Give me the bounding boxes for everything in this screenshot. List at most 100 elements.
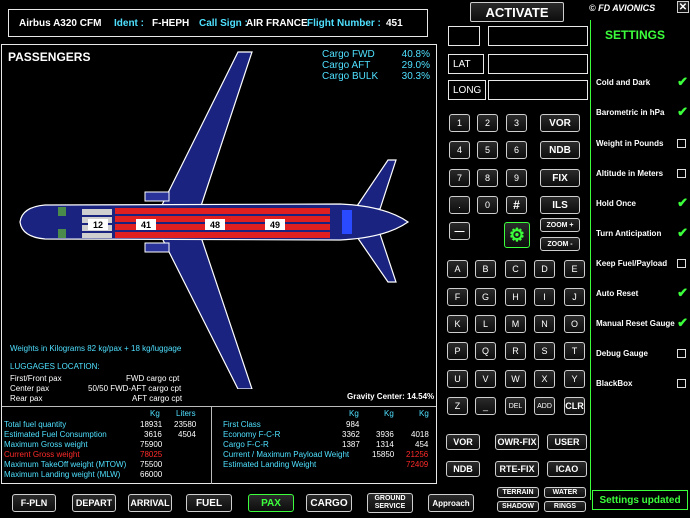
tab-ground-service[interactable]: GROUND SERVICE <box>367 493 413 513</box>
key-clr[interactable]: CLR <box>564 397 585 415</box>
minus-button[interactable]: — <box>449 222 470 240</box>
key-0[interactable]: 0 <box>477 196 498 214</box>
checkbox-unchecked[interactable] <box>677 379 686 388</box>
key-r[interactable]: R <box>505 342 526 360</box>
key-t[interactable]: T <box>564 342 585 360</box>
checkbox-unchecked[interactable] <box>677 349 686 358</box>
scratchpad-small[interactable] <box>448 26 480 46</box>
aircraft-type: Airbus A320 CFM <box>19 18 102 29</box>
key-b[interactable]: B <box>475 260 496 278</box>
key-c[interactable]: C <box>505 260 526 278</box>
close-icon[interactable]: ✕ <box>677 1 689 13</box>
user-button[interactable]: USER <box>547 434 587 450</box>
cabin-count-3: 48 <box>210 220 220 230</box>
pax-row-label: Cargo F-C-R <box>223 440 269 449</box>
key-i[interactable]: I <box>534 288 555 306</box>
checkbox-checked[interactable]: ✔ <box>677 226 688 239</box>
key-n[interactable]: N <box>534 315 555 333</box>
tab-cargo[interactable]: CARGO <box>306 494 352 512</box>
pax-header-2: Kg <box>384 409 394 418</box>
key-p[interactable]: P <box>447 342 468 360</box>
key-6[interactable]: 6 <box>506 141 527 159</box>
zoom-in-button[interactable]: ZOOM + <box>540 218 580 232</box>
fuel-header-liters: Liters <box>176 409 196 418</box>
zoom-out-button[interactable]: ZOOM - <box>540 237 580 251</box>
key-2[interactable]: 2 <box>477 114 498 132</box>
rte-fix-button[interactable]: RTE-FIX <box>495 461 539 477</box>
key-q[interactable]: Q <box>475 342 496 360</box>
key-m[interactable]: M <box>505 315 526 333</box>
rings-button[interactable]: RINGS <box>544 501 586 512</box>
long-input[interactable] <box>488 80 588 100</box>
key-e[interactable]: E <box>564 260 585 278</box>
icao-button[interactable]: ICAO <box>547 461 587 477</box>
checkbox-unchecked[interactable] <box>677 139 686 148</box>
key-d[interactable]: D <box>534 260 555 278</box>
checkbox-checked[interactable]: ✔ <box>677 196 688 209</box>
checkbox-checked[interactable]: ✔ <box>677 316 688 329</box>
key-s[interactable]: S <box>534 342 555 360</box>
key-g[interactable]: G <box>475 288 496 306</box>
key-3[interactable]: 3 <box>506 114 527 132</box>
key-underscore[interactable]: _ <box>475 397 496 415</box>
flight-label: Flight Number : <box>307 18 381 29</box>
key-w[interactable]: W <box>505 370 526 388</box>
checkbox-checked[interactable]: ✔ <box>677 75 688 88</box>
aircraft-seatmap: 12 41 48 49 <box>19 51 410 389</box>
setting-label: Manual Reset Gauge <box>596 319 675 328</box>
key-k[interactable]: K <box>447 315 468 333</box>
lat-input[interactable] <box>488 54 588 74</box>
key-l[interactable]: L <box>475 315 496 333</box>
key-j[interactable]: J <box>564 288 585 306</box>
tab-approach[interactable]: Approach <box>428 494 474 512</box>
vor-list-button[interactable]: VOR <box>446 434 480 450</box>
tab-depart[interactable]: DEPART <box>72 494 116 512</box>
settings-status: Settings updated <box>592 490 688 510</box>
tab-fpln[interactable]: F-PLN <box>12 494 56 512</box>
key-hash[interactable]: # <box>506 196 527 214</box>
key-a[interactable]: A <box>447 260 468 278</box>
checkbox-checked[interactable]: ✔ <box>677 105 688 118</box>
key-4[interactable]: 4 <box>449 141 470 159</box>
owr-fix-button[interactable]: OWR-FIX <box>495 434 539 450</box>
key-v[interactable]: V <box>475 370 496 388</box>
key-h[interactable]: H <box>505 288 526 306</box>
vor-nav-button[interactable]: VOR <box>540 114 580 132</box>
key-8[interactable]: 8 <box>477 169 498 187</box>
tab-arrival[interactable]: ARRIVAL <box>128 494 172 512</box>
callsign-value: AIR FRANCE <box>246 18 308 29</box>
tab-fuel[interactable]: FUEL <box>186 494 232 512</box>
ndb-list-button[interactable]: NDB <box>446 461 480 477</box>
ils-nav-button[interactable]: ILS <box>540 196 580 214</box>
terrain-button[interactable]: TERRAIN <box>497 487 539 498</box>
ndb-nav-button[interactable]: NDB <box>540 141 580 159</box>
pax-row-label: First Class <box>223 420 261 429</box>
key-dot[interactable]: . <box>449 196 470 214</box>
shadow-button[interactable]: SHADOW <box>497 501 539 512</box>
key-y[interactable]: Y <box>564 370 585 388</box>
key-f[interactable]: F <box>447 288 468 306</box>
checkbox-unchecked[interactable] <box>677 259 686 268</box>
key-5[interactable]: 5 <box>477 141 498 159</box>
fix-nav-button[interactable]: FIX <box>540 169 580 187</box>
cabin-count-4: 49 <box>270 220 280 230</box>
checkbox-unchecked[interactable] <box>677 169 686 178</box>
key-z[interactable]: Z <box>447 397 468 415</box>
key-7[interactable]: 7 <box>449 169 470 187</box>
activate-button[interactable]: ACTIVATE <box>470 2 564 22</box>
water-button[interactable]: WATER <box>544 487 586 498</box>
key-x[interactable]: X <box>534 370 555 388</box>
key-del[interactable]: DEL <box>505 397 526 415</box>
settings-gear-icon[interactable]: ⚙ <box>504 222 530 248</box>
pax-row-label: Estimated Landing Weight <box>223 460 317 469</box>
key-9[interactable]: 9 <box>506 169 527 187</box>
scratchpad-field[interactable] <box>488 26 588 46</box>
key-u[interactable]: U <box>447 370 468 388</box>
key-o[interactable]: O <box>564 315 585 333</box>
tab-pax[interactable]: PAX <box>248 494 294 512</box>
key-1[interactable]: 1 <box>449 114 470 132</box>
key-add[interactable]: ADD <box>534 397 555 415</box>
pax-header-3: Kg <box>419 409 429 418</box>
luggage-value-1: FWD cargo cpt <box>126 374 180 383</box>
checkbox-checked[interactable]: ✔ <box>677 286 688 299</box>
